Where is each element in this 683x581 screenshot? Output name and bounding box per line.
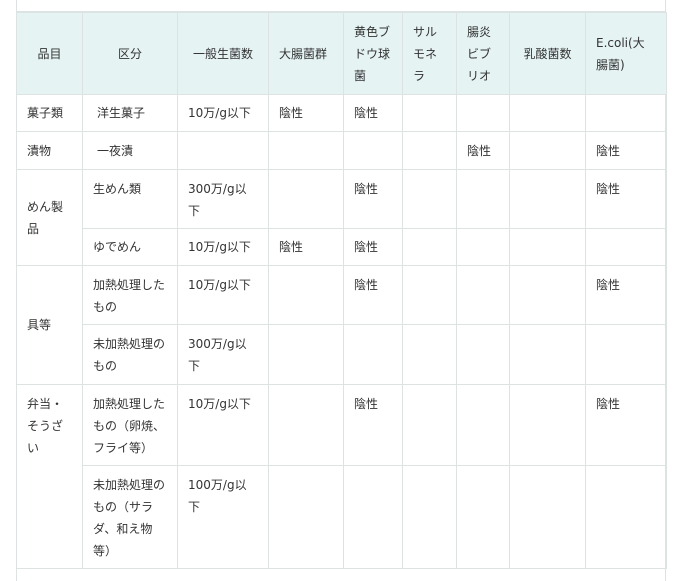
cell-lactic [509,384,586,466]
cell-general [177,131,269,170]
cell-salmonella [402,169,457,229]
header-vibrio: 腸炎ビブリオ [456,12,510,95]
cell-item: 漬物 [16,131,83,170]
header-category: 区分 [82,12,178,95]
table-header-row: 品目 区分 一般生菌数 大腸菌群 黄色ブドウ球菌 サルモネラ 腸炎ビブリオ 乳酸… [16,12,667,95]
table-row: めん製品 生めん類 300万/g以下 陰性 陰性 [16,169,667,266]
cell-salmonella [402,465,457,569]
microbial-standards-table: 品目 区分 一般生菌数 大腸菌群 黄色ブドウ球菌 サルモネラ 腸炎ビブリオ 乳酸… [16,12,667,569]
cell-staph [343,131,403,170]
header-item: 品目 [16,12,83,95]
cell-staph: 陰性 [343,265,403,325]
header-general-bacteria: 一般生菌数 [177,12,269,95]
cell-staph: 陰性 [343,169,403,229]
cell-ecoli [585,228,667,266]
cell-coliform [268,465,344,569]
cell-category: 未加熱処理のもの [82,324,178,385]
cell-staph: 陰性 [343,94,403,132]
cell-coliform [268,324,344,385]
cell-coliform [268,384,344,466]
cell-general: 10万/g以下 [177,94,269,132]
cell-vibrio: 陰性 [456,131,510,170]
cell-vibrio [456,465,510,569]
cell-ecoli [585,324,667,385]
table-row: 未加熱処理のもの 300万/g以下 [17,324,667,385]
cell-category: ゆでめん [82,228,178,266]
cell-lactic [509,94,586,132]
cell-category: 加熱処理したもの [82,265,178,325]
table-row: 具等 加熱処理したもの 10万/g以下 陰性 陰性 [16,265,667,385]
cell-general: 10万/g以下 [177,265,269,325]
table-row: 菓子類 洋生菓子 10万/g以下 陰性 陰性 [16,94,667,132]
cell-general: 10万/g以下 [177,228,269,266]
cell-ecoli: 陰性 [585,131,667,170]
cell-vibrio [456,169,510,229]
cell-vibrio [456,94,510,132]
cell-category: 一夜漬 [82,131,178,170]
cell-lactic [509,324,586,385]
cell-general: 300万/g以下 [177,169,269,229]
cell-coliform: 陰性 [268,94,344,132]
previous-table-row-edge [16,0,666,12]
cell-ecoli: 陰性 [585,265,667,325]
header-lactic: 乳酸菌数 [509,12,586,95]
cell-lactic [509,131,586,170]
table-row: 未加熱処理のもの（サラダ、和え物等） 100万/g以下 [17,465,667,569]
cell-category: 未加熱処理のもの（サラダ、和え物等） [82,465,178,569]
cell-ecoli: 陰性 [585,169,667,229]
cell-lactic [509,228,586,266]
table-row: ゆでめん 10万/g以下 陰性 陰性 [17,228,667,266]
cell-salmonella [402,324,457,385]
header-coliform: 大腸菌群 [268,12,344,95]
cell-staph: 陰性 [343,384,403,466]
cell-staph [343,324,403,385]
cell-staph: 陰性 [343,228,403,266]
cell-salmonella [402,228,457,266]
cell-ecoli: 陰性 [585,384,667,466]
cell-ecoli [585,94,667,132]
table-row: 弁当・そうざい 加熱処理したもの（卵焼、フライ等） 10万/g以下 陰性 陰性 [16,384,667,569]
cell-category: 生めん類 [82,169,178,229]
cell-coliform [268,265,344,325]
table-row: 漬物 一夜漬 陰性 陰性 [16,131,667,170]
cell-coliform [268,131,344,170]
cell-item: 具等 [16,265,83,385]
cell-coliform [268,169,344,229]
header-salmonella: サルモネラ [402,12,457,95]
cell-item: 菓子類 [16,94,83,132]
cell-staph [343,465,403,569]
cell-vibrio [456,324,510,385]
cell-item: めん製品 [16,169,83,266]
cell-general: 10万/g以下 [177,384,269,466]
cell-lactic [509,169,586,229]
cell-salmonella [402,94,457,132]
cell-lactic [509,465,586,569]
header-staph: 黄色ブドウ球菌 [343,12,403,95]
cell-vibrio [456,265,510,325]
cell-category: 洋生菓子 [82,94,178,132]
cell-ecoli [585,465,667,569]
cell-vibrio [456,228,510,266]
cell-category: 加熱処理したもの（卵焼、フライ等） [82,384,178,466]
cell-salmonella [402,265,457,325]
cell-item: 弁当・そうざい [16,384,83,569]
cell-salmonella [402,131,457,170]
cell-vibrio [456,384,510,466]
cell-general: 100万/g以下 [177,465,269,569]
cell-coliform: 陰性 [268,228,344,266]
header-ecoli: E.coli(大腸菌) [585,12,667,95]
cell-general: 300万/g以下 [177,324,269,385]
cell-lactic [509,265,586,325]
cell-salmonella [402,384,457,466]
